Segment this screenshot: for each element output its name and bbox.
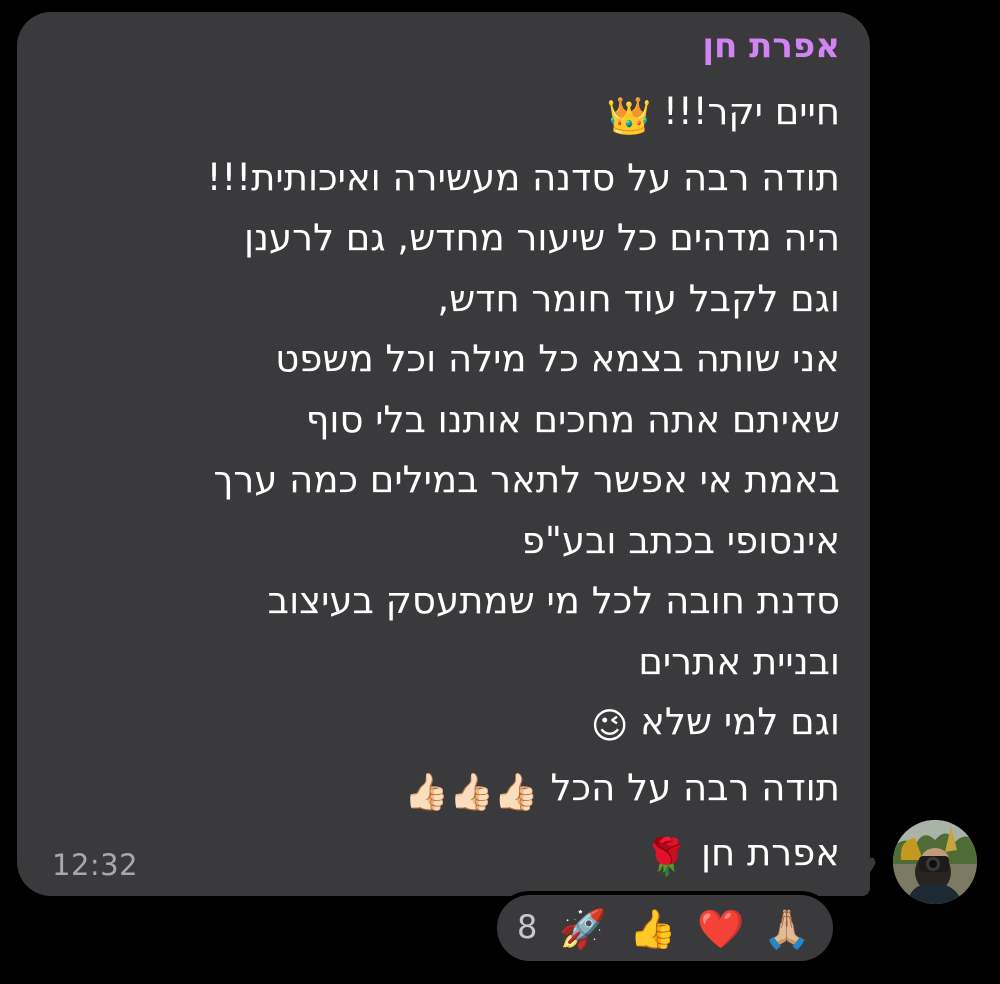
crown-emoji: 👑 bbox=[606, 96, 652, 137]
rocket-icon[interactable]: 🚀 bbox=[559, 905, 607, 953]
message-bubble-tail bbox=[848, 858, 892, 898]
message-line: תודה רבה על סדנה מעשירה ואיכותית!!! bbox=[206, 155, 840, 199]
message-line: וגם לקבל עוד חומר חדש, bbox=[437, 276, 840, 320]
message-line: אינסופי בכתב ובע"פ bbox=[521, 518, 840, 562]
thumbs-up-emoji: 👍🏻👍🏻👍🏻 bbox=[404, 771, 539, 813]
chat-screen: אפרת חן חיים יקר!!! 👑 תודה רבה על סדנה מ… bbox=[0, 0, 1000, 984]
message-line: אני שותה בצמא כל מילה וכל משפט bbox=[275, 337, 840, 380]
reactions-bar[interactable]: 8 🚀 👍 ❤️ 🙏🏼 bbox=[493, 891, 837, 965]
message-line: היה מדהים כל שיעור מחדש, גם לרענן bbox=[244, 216, 840, 259]
sender-name[interactable]: אפרת חן bbox=[702, 26, 840, 66]
winking-face-emoji: 😉 bbox=[590, 706, 629, 747]
message-line: חיים יקר!!! 👑 bbox=[40, 82, 840, 148]
message-line: שאיתם אתה מחכים אותנו בלי סוף bbox=[305, 397, 840, 441]
message-line: ובניית אתרים bbox=[638, 639, 840, 683]
message-line: סדנת חובה לכל מי שמתעסק בעיצוב bbox=[267, 579, 840, 622]
message-line: באמת אי אפשר לתאר במילים כמה ערך bbox=[213, 458, 841, 501]
message-timestamp: 12:32 bbox=[52, 848, 139, 882]
avatar[interactable] bbox=[893, 820, 977, 904]
reaction-count: 8 bbox=[517, 908, 538, 946]
message-line: אפרת חן 🌹 bbox=[40, 823, 840, 889]
message-line: תודה רבה על הכל 👍🏻👍🏻👍🏻 bbox=[40, 758, 840, 824]
message-line: וגם למי שלא 😉 bbox=[40, 692, 840, 758]
thumbs-up-icon[interactable]: 👍 bbox=[629, 905, 677, 953]
rose-emoji: 🌹 bbox=[644, 837, 690, 878]
folded-hands-icon[interactable]: 🙏🏼 bbox=[763, 905, 811, 953]
message-text: חיים יקר!!! 👑 תודה רבה על סדנה מעשירה וא… bbox=[40, 82, 840, 889]
heart-icon[interactable]: ❤️ bbox=[697, 905, 745, 953]
avatar-photo bbox=[893, 820, 977, 904]
